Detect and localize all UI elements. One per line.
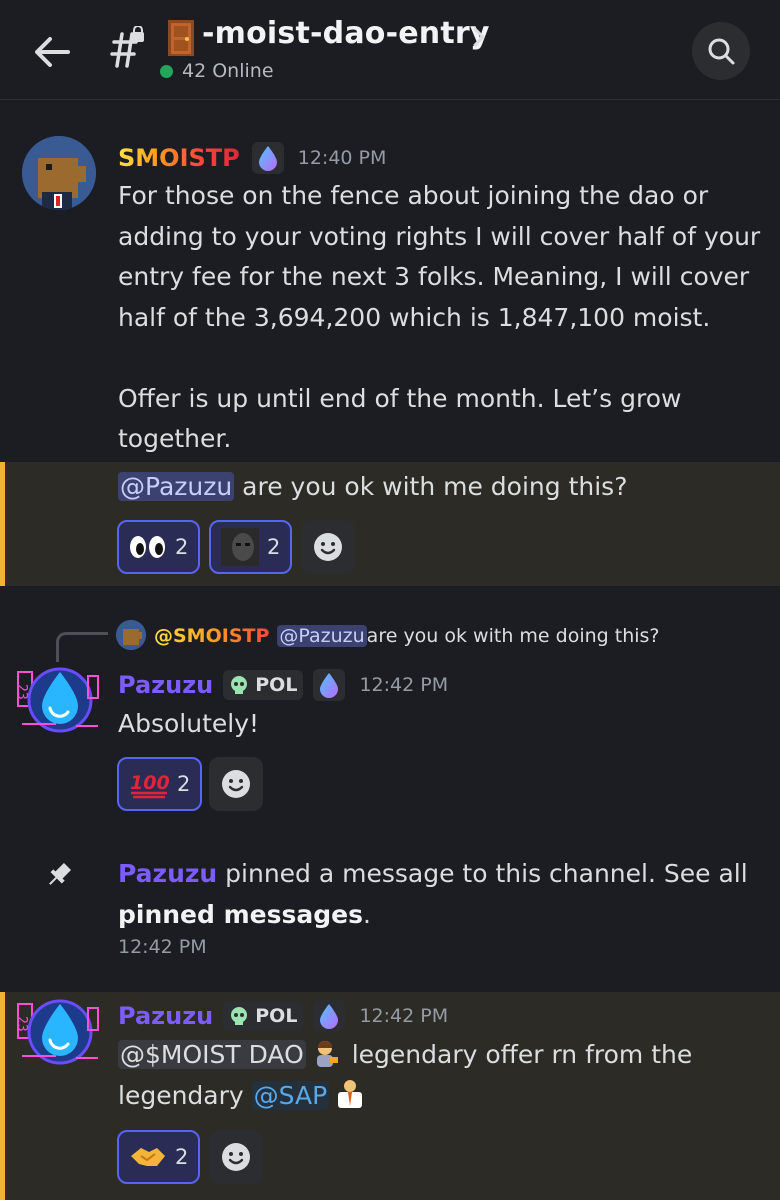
message-header: Pazuzu POL 12:42 PM — [118, 667, 448, 703]
svg-text:23: 23 — [16, 684, 29, 700]
smile-icon — [314, 533, 342, 561]
online-count: 42 Online — [182, 60, 274, 82]
channel-header: -moist-dao-entry 42 Online — [0, 0, 780, 100]
message-header: SMOISTP 12:40 PM — [118, 140, 386, 176]
message-line: For those on the fence about joining the… — [118, 181, 709, 210]
reply-preview[interactable]: @SMOISTP @Pazuzu are you ok with me doin… — [154, 622, 660, 650]
pin-system-message: Pazuzu pinned a message to this channel.… — [118, 854, 758, 935]
add-reaction-button[interactable] — [209, 1130, 263, 1184]
locked-channel-hash-icon — [104, 25, 148, 70]
online-dot-icon — [160, 64, 173, 78]
emoji-teacher-icon — [310, 1037, 340, 1067]
droplet-badge-icon — [313, 669, 346, 701]
reaction-handshake[interactable]: 2 — [117, 1130, 201, 1184]
pazuzu-avatar[interactable]: 23 — [16, 662, 100, 738]
channel-name[interactable]: -moist-dao-entry — [202, 16, 490, 51]
role-mention[interactable]: @$MOIST DAO — [118, 1040, 306, 1069]
reply-text: are you ok with me doing this? — [366, 625, 660, 647]
reaction-count: 2 — [175, 1145, 189, 1169]
message-body: For those on the fence about joining the… — [118, 176, 768, 460]
reaction-custom-face[interactable]: 2 — [209, 520, 293, 574]
role-tag-label: POL — [255, 674, 298, 696]
pin-text: pinned a message to this channel. See al… — [217, 859, 748, 888]
reply-author: @SMOISTP — [154, 625, 270, 647]
pin-tail: . — [362, 899, 371, 929]
droplet-badge-icon — [251, 142, 284, 174]
reaction-count: 2 — [177, 772, 191, 796]
handshake-emoji-icon — [131, 1148, 165, 1166]
message-body: @$MOIST DAO legendary offer rn from the … — [118, 1035, 758, 1116]
svg-text:100: 100 — [130, 772, 169, 794]
message-header: Pazuzu POL 12:42 PM — [118, 998, 448, 1034]
message-line: Offer is up until end of the month. Let’… — [118, 383, 682, 413]
smile-icon — [222, 1143, 250, 1171]
droplet-badge-icon — [313, 1000, 346, 1032]
smile-icon — [222, 770, 250, 798]
message-text: legendary — [118, 1080, 252, 1110]
author-name[interactable]: SMOISTP — [118, 144, 240, 172]
online-status: 42 Online — [160, 60, 274, 82]
author-name[interactable]: Pazuzu — [118, 671, 213, 699]
add-reaction-button[interactable] — [209, 757, 263, 811]
pin-time: 12:42 PM — [118, 936, 207, 958]
mention-tail: are you ok with me doing this? — [234, 472, 628, 501]
chevron-right-icon[interactable] — [470, 24, 490, 50]
message-text: legendary offer rn from the — [343, 1040, 693, 1069]
search-icon — [708, 38, 735, 65]
message-mention-line: @Pazuzu are you ok with me doing this? — [118, 467, 627, 508]
eyes-emoji-icon — [130, 536, 165, 558]
emoji-office-worker-icon — [335, 1078, 365, 1108]
back-arrow-icon[interactable] — [30, 30, 74, 74]
svg-text:23: 23 — [16, 1016, 29, 1032]
custom-face-emoji-icon — [221, 528, 259, 566]
user-mention[interactable]: @Pazuzu — [118, 472, 235, 501]
search-button[interactable] — [692, 22, 750, 80]
message-time: 12:42 PM — [359, 674, 449, 696]
pin-author[interactable]: Pazuzu — [118, 859, 217, 888]
reply-connector — [56, 632, 108, 662]
message-time: 12:40 PM — [297, 147, 387, 169]
pin-icon — [44, 860, 74, 894]
reaction-eyes[interactable]: 2 — [117, 520, 201, 574]
pazuzu-avatar[interactable]: 23 — [16, 994, 100, 1070]
role-tag-label: POL — [255, 1005, 298, 1027]
door-emoji-icon — [166, 18, 196, 58]
hundred-emoji-icon: 100 — [130, 772, 169, 799]
add-reaction-button[interactable] — [301, 520, 355, 574]
message-body: Absolutely! — [118, 709, 260, 738]
reaction-count: 2 — [175, 535, 189, 559]
reply-avatar — [116, 620, 146, 650]
reply-mention: @Pazuzu — [277, 625, 367, 647]
author-name[interactable]: Pazuzu — [118, 1002, 213, 1030]
role-tag: POL — [223, 670, 304, 700]
message-line: adding to your voting rights I will cove… — [118, 221, 761, 251]
skull-icon — [231, 676, 248, 694]
role-tag: POL — [223, 1001, 304, 1031]
message-time: 12:42 PM — [359, 1005, 449, 1027]
message-line: half of the 3,694,200 which is 1,847,100… — [118, 302, 711, 332]
pinned-messages-link[interactable]: pinned messages — [118, 900, 363, 929]
message-line: entry fee for the next 3 folks. Meaning,… — [118, 262, 750, 291]
smoistp-avatar[interactable] — [22, 136, 96, 210]
message-line: together. — [118, 424, 232, 453]
skull-icon — [231, 1007, 248, 1025]
reaction-hundred[interactable]: 100 2 — [117, 757, 203, 811]
user-mention[interactable]: @SAP — [251, 1080, 330, 1110]
reaction-count: 2 — [267, 535, 281, 559]
